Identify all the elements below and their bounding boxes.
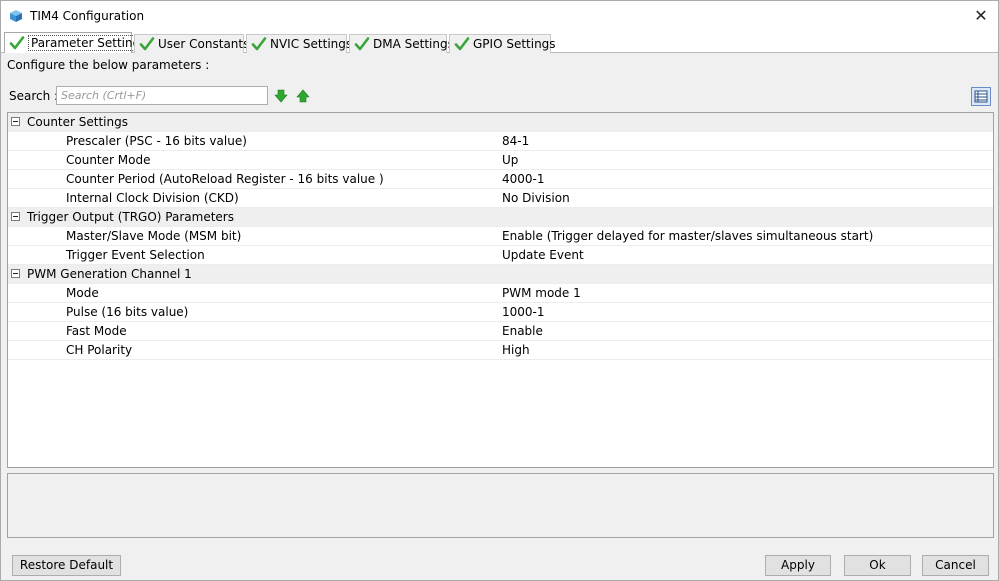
collapse-icon[interactable]	[11, 117, 20, 126]
ok-button[interactable]: Ok	[844, 555, 911, 576]
description-panel	[7, 473, 994, 538]
group-trigger-output[interactable]: Trigger Output (TRGO) Parameters	[8, 208, 993, 227]
tim4-configuration-window: TIM4 Configuration ✕ Parameter Settings …	[0, 0, 999, 581]
arrow-down-icon[interactable]	[274, 89, 288, 103]
param-row[interactable]: Counter Mode Up	[8, 151, 993, 170]
param-name: Prescaler (PSC - 16 bits value)	[66, 134, 247, 148]
search-input[interactable]	[56, 86, 268, 105]
list-view-icon	[974, 90, 988, 103]
parameter-grid: Counter Settings Prescaler (PSC - 16 bit…	[7, 112, 994, 468]
green-check-icon	[454, 37, 470, 51]
param-value[interactable]: Enable	[502, 324, 543, 338]
green-check-icon	[251, 37, 267, 51]
arrow-up-icon[interactable]	[296, 89, 310, 103]
tab-label: User Constants	[158, 37, 250, 51]
group-title: PWM Generation Channel 1	[27, 267, 192, 281]
apply-button[interactable]: Apply	[765, 555, 831, 576]
param-value[interactable]: Enable (Trigger delayed for master/slave…	[502, 229, 873, 243]
param-name: Counter Mode	[66, 153, 151, 167]
title-bar: TIM4 Configuration ✕	[1, 1, 998, 31]
tab-label: GPIO Settings	[473, 37, 556, 51]
param-name: CH Polarity	[66, 343, 133, 357]
param-row[interactable]: Mode PWM mode 1	[8, 284, 993, 303]
tab-strip: Parameter Settings User Constants NVIC S…	[1, 31, 998, 53]
search-label: Search :	[9, 89, 59, 103]
tab-parameter-settings[interactable]: Parameter Settings	[4, 32, 150, 53]
param-value[interactable]: 4000-1	[502, 172, 545, 186]
group-pwm-channel-1[interactable]: PWM Generation Channel 1	[8, 265, 993, 284]
configure-description: Configure the below parameters :	[7, 58, 210, 72]
param-value[interactable]: Update Event	[502, 248, 584, 262]
tab-dma-settings[interactable]: DMA Settings	[349, 34, 454, 53]
restore-default-button[interactable]: Restore Default	[12, 555, 121, 576]
tab-user-constants[interactable]: User Constants	[134, 34, 249, 53]
tab-label: DMA Settings	[373, 37, 454, 51]
group-counter-settings[interactable]: Counter Settings	[8, 113, 993, 132]
close-icon: ✕	[974, 6, 988, 25]
param-value[interactable]: No Division	[502, 191, 570, 205]
param-name: Master/Slave Mode (MSM bit)	[66, 229, 242, 243]
cancel-button[interactable]: Cancel	[922, 555, 989, 576]
cube-icon	[10, 10, 22, 22]
param-name: Trigger Event Selection	[66, 248, 205, 262]
window-title: TIM4 Configuration	[30, 9, 145, 23]
param-row[interactable]: Fast Mode Enable	[8, 322, 993, 341]
param-value[interactable]: PWM mode 1	[502, 286, 581, 300]
param-row[interactable]: Pulse (16 bits value) 1000-1	[8, 303, 993, 322]
close-button[interactable]: ✕	[970, 5, 992, 27]
param-name: Mode	[66, 286, 99, 300]
param-row[interactable]: Trigger Event Selection Update Event	[8, 246, 993, 265]
view-toggle-button[interactable]	[971, 87, 991, 106]
group-title: Counter Settings	[27, 115, 128, 129]
group-title: Trigger Output (TRGO) Parameters	[27, 210, 234, 224]
param-name: Counter Period (AutoReload Register - 16…	[66, 172, 384, 186]
tab-nvic-settings[interactable]: NVIC Settings	[246, 34, 352, 53]
param-value[interactable]: 84-1	[502, 134, 529, 148]
green-check-icon	[354, 37, 370, 51]
param-value[interactable]: Up	[502, 153, 518, 167]
green-check-icon	[9, 36, 25, 50]
tab-label: NVIC Settings	[270, 37, 353, 51]
tab-gpio-settings[interactable]: GPIO Settings	[449, 34, 556, 53]
param-row[interactable]: Internal Clock Division (CKD) No Divisio…	[8, 189, 993, 208]
param-row[interactable]: Master/Slave Mode (MSM bit) Enable (Trig…	[8, 227, 993, 246]
param-name: Fast Mode	[66, 324, 127, 338]
tab-label: Parameter Settings	[28, 35, 150, 51]
param-name: Internal Clock Division (CKD)	[66, 191, 239, 205]
collapse-icon[interactable]	[11, 212, 20, 221]
param-row[interactable]: Counter Period (AutoReload Register - 16…	[8, 170, 993, 189]
green-check-icon	[139, 37, 155, 51]
param-name: Pulse (16 bits value)	[66, 305, 189, 319]
collapse-icon[interactable]	[11, 269, 20, 278]
param-value[interactable]: 1000-1	[502, 305, 545, 319]
param-value[interactable]: High	[502, 343, 530, 357]
param-row[interactable]: Prescaler (PSC - 16 bits value) 84-1	[8, 132, 993, 151]
param-row[interactable]: CH Polarity High	[8, 341, 993, 360]
